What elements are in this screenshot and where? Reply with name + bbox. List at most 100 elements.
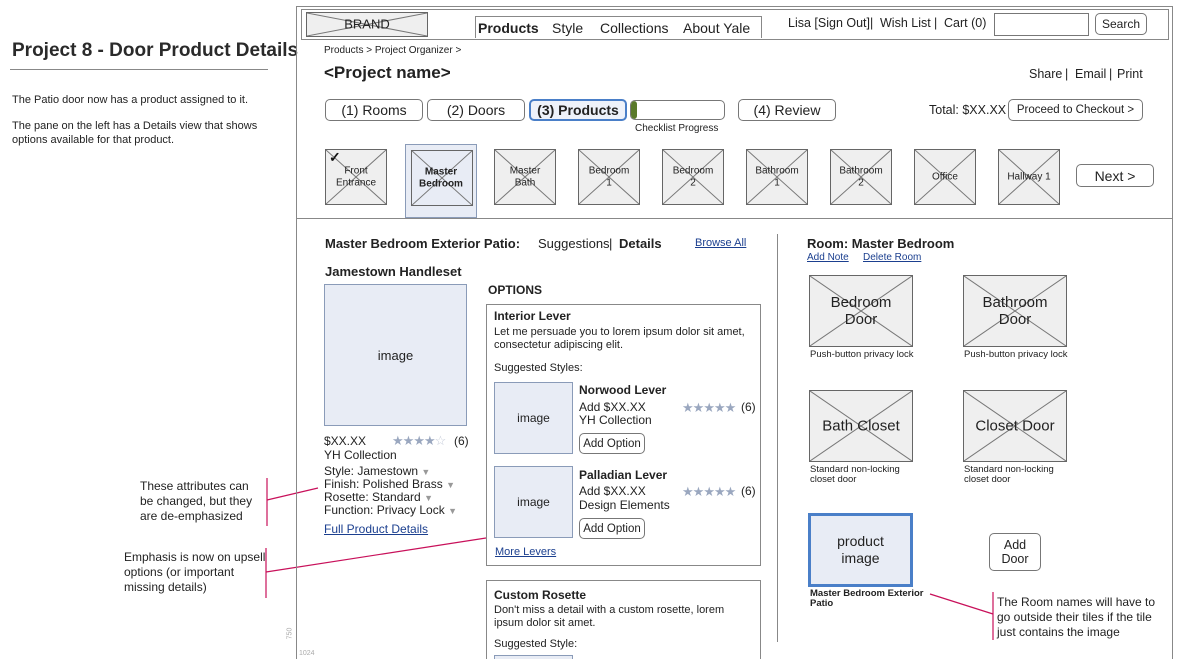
tab-suggestions[interactable]: Suggestions xyxy=(538,236,610,251)
pane-divider xyxy=(777,234,778,642)
checkout-button[interactable]: Proceed to Checkout > xyxy=(1008,99,1143,121)
door-tile-patio-product[interactable]: product image xyxy=(808,513,913,587)
nav-products[interactable]: Products xyxy=(478,20,539,36)
room-tile-label: Bathroom 2 xyxy=(839,165,883,189)
product-name: Jamestown Handleset xyxy=(325,264,462,279)
nav-style[interactable]: Style xyxy=(552,20,583,36)
dropdown-arrow-icon: ▼ xyxy=(446,480,455,490)
add-note-link[interactable]: Add Note xyxy=(807,252,849,263)
nav-collections[interactable]: Collections xyxy=(600,20,668,36)
attr-rosette[interactable]: Rosette: Standard ▼ xyxy=(324,490,433,504)
room-tile[interactable]: Office xyxy=(914,149,976,205)
option-image-rosette[interactable] xyxy=(494,655,573,659)
header-sep-2: | xyxy=(934,16,938,30)
option-rating-count-norwood[interactable]: (6) xyxy=(741,400,756,414)
room-tile[interactable]: Bedroom 2 xyxy=(662,149,724,205)
attr-finish[interactable]: Finish: Polished Brass ▼ xyxy=(324,477,455,491)
notes-para-1: The Patio door now has a product assigne… xyxy=(12,94,249,106)
share-link[interactable]: Share xyxy=(1029,67,1062,81)
attr-function-label: Function: Privacy Lock xyxy=(324,503,445,517)
cart-link[interactable]: Cart (0) xyxy=(944,16,986,30)
attr-style[interactable]: Style: Jamestown ▼ xyxy=(324,464,430,478)
email-link[interactable]: Email xyxy=(1075,67,1106,81)
full-product-details-link[interactable]: Full Product Details xyxy=(324,522,428,536)
browse-all-link[interactable]: Browse All xyxy=(695,237,746,249)
order-total: Total: $XX.XX xyxy=(929,103,1007,117)
door-caption-bath-closet: Standard non-locking closet door xyxy=(810,464,900,486)
dropdown-arrow-icon: ▼ xyxy=(424,493,433,503)
room-tile-label: Hallway 1 xyxy=(1007,171,1051,183)
door-tile-label: Bathroom Door xyxy=(982,293,1048,328)
room-tile[interactable]: Master Bedroom xyxy=(405,144,477,218)
add-door-button[interactable]: Add Door xyxy=(989,533,1041,571)
room-tile-label: Bathroom 1 xyxy=(755,165,799,189)
room-tile-label: Office xyxy=(932,171,958,183)
nav-about[interactable]: About Yale xyxy=(683,20,750,36)
option-name-norwood[interactable]: Norwood Lever xyxy=(579,383,666,397)
ruler-label-vertical: 750 xyxy=(286,627,294,640)
step-doors[interactable]: (2) Doors xyxy=(427,99,525,121)
step-review[interactable]: (4) Review xyxy=(738,99,836,121)
add-option-button-palladian[interactable]: Add Option xyxy=(579,518,645,539)
option-group-title: Interior Lever xyxy=(494,309,571,323)
more-levers-link[interactable]: More Levers xyxy=(495,546,556,558)
option-name-palladian[interactable]: Palladian Lever xyxy=(579,468,667,482)
search-input[interactable] xyxy=(994,13,1089,36)
product-image-label: image xyxy=(377,347,414,363)
step-rooms[interactable]: (1) Rooms xyxy=(325,99,423,121)
attr-rosette-label: Rosette: Standard xyxy=(324,490,421,504)
option-price-norwood: Add $XX.XX xyxy=(579,400,646,414)
user-sign-out[interactable]: Lisa [Sign Out] xyxy=(788,16,870,30)
product-rating-stars[interactable]: ★★★★☆ xyxy=(392,433,446,449)
product-rating-count[interactable]: (6) xyxy=(454,434,469,448)
room-tile[interactable]: Master Bath xyxy=(494,149,556,205)
wish-list-link[interactable]: Wish List xyxy=(880,16,931,30)
add-option-button-norwood[interactable]: Add Option xyxy=(579,433,645,454)
step-products[interactable]: (3) Products xyxy=(529,99,627,121)
option-rating-stars-palladian[interactable]: ★★★★★ xyxy=(682,484,736,500)
option-rating-stars-norwood[interactable]: ★★★★★ xyxy=(682,400,737,416)
star-icon: ★ xyxy=(423,433,436,448)
header-sep-1: | xyxy=(870,16,874,30)
door-tile-bath-closet[interactable]: Bath Closet xyxy=(809,390,913,462)
next-rooms-button[interactable]: Next > xyxy=(1076,164,1154,187)
star-icon: ★ xyxy=(682,484,694,499)
door-tile-bathroom[interactable]: Bathroom Door xyxy=(963,275,1067,347)
checklist-label: Checklist Progress xyxy=(635,123,719,134)
room-tile[interactable]: Front Entrance ✓ xyxy=(325,149,387,205)
search-button[interactable]: Search xyxy=(1095,13,1147,35)
room-tile-label: Master Bedroom xyxy=(419,166,463,190)
option-image-palladian[interactable]: image xyxy=(494,466,573,538)
star-icon: ★ xyxy=(703,400,715,415)
room-tile[interactable]: Bathroom 2 xyxy=(830,149,892,205)
product-image-label: product image xyxy=(837,533,884,566)
product-price: $XX.XX xyxy=(324,434,367,448)
room-tile-label: Bedroom 2 xyxy=(672,165,714,189)
dropdown-arrow-icon: ▼ xyxy=(448,506,457,516)
door-caption-patio: Master Bedroom Exterior Patio xyxy=(810,588,924,609)
option-rating-count-palladian[interactable]: (6) xyxy=(741,484,756,498)
option-group-title: Custom Rosette xyxy=(494,588,587,602)
attr-function[interactable]: Function: Privacy Lock ▼ xyxy=(324,503,457,517)
project-name: <Project name> xyxy=(324,63,451,82)
notes-para-2: The pane on the left has a Details view … xyxy=(12,120,258,146)
product-image: image xyxy=(324,284,467,426)
attr-style-label: Style: Jamestown xyxy=(324,464,419,478)
delete-room-link[interactable]: Delete Room xyxy=(863,252,921,263)
door-caption-bathroom: Push-button privacy lock xyxy=(964,349,1068,360)
room-tile[interactable]: Hallway 1 xyxy=(998,149,1060,205)
room-tile-label: Master Bath xyxy=(509,165,541,189)
tab-details[interactable]: Details xyxy=(619,236,662,251)
brand-logo[interactable]: BRAND xyxy=(306,12,428,37)
breadcrumb[interactable]: Products > Project Organizer > xyxy=(324,45,461,56)
door-tile-bedroom[interactable]: Bedroom Door xyxy=(809,275,913,347)
option-price-palladian: Add $XX.XX xyxy=(579,484,646,498)
option-image-norwood[interactable]: image xyxy=(494,382,573,454)
door-tile-label: Bath Closet xyxy=(822,417,900,435)
room-tile[interactable]: Bedroom 1 xyxy=(578,149,640,205)
door-tile-closet[interactable]: Closet Door xyxy=(963,390,1067,462)
print-link[interactable]: Print xyxy=(1117,67,1143,81)
star-icon: ★ xyxy=(413,433,425,448)
star-icon: ★ xyxy=(724,400,737,415)
room-tile[interactable]: Bathroom 1 xyxy=(746,149,808,205)
